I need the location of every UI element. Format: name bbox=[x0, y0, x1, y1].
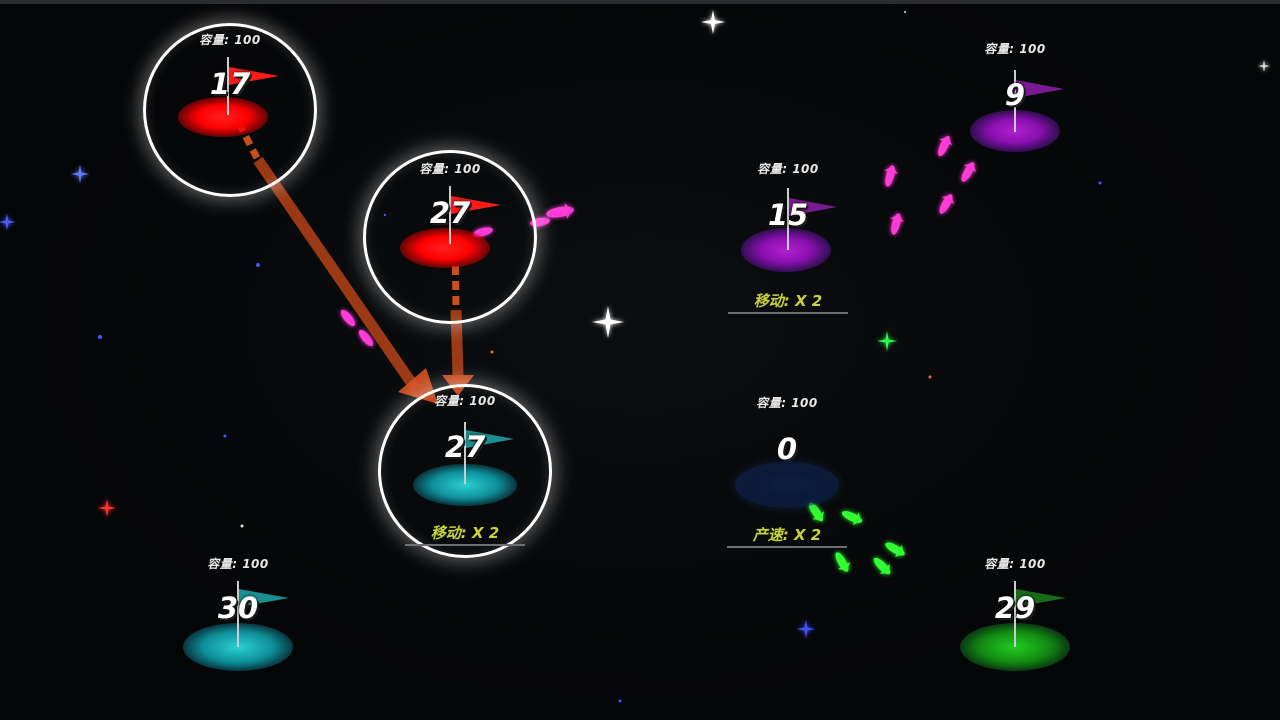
planet-purple-15[interactable]: 容量: 100 15 移动: X 2 bbox=[688, 150, 888, 350]
bonus-label: 移动: X 2 bbox=[430, 524, 500, 542]
capacity-label: 容量: 100 bbox=[984, 557, 1046, 571]
bonus-label: 产速: X 2 bbox=[752, 526, 822, 544]
unit-count: 29 bbox=[994, 591, 1036, 625]
star-sparkle bbox=[0, 214, 15, 230]
planet-base bbox=[178, 97, 268, 137]
unit-count: 15 bbox=[767, 198, 809, 232]
star-dot bbox=[928, 375, 932, 379]
planet-base bbox=[400, 228, 490, 268]
star-dot bbox=[256, 263, 260, 267]
star-sparkle bbox=[1258, 60, 1270, 72]
star-sparkle bbox=[701, 10, 725, 34]
bonus-label: 移动: X 2 bbox=[753, 292, 823, 310]
game-board[interactable]: 容量: 100 17 容量: 100 27 容量: 100 9 容量: 100 … bbox=[0, 0, 1280, 720]
planet-base bbox=[741, 228, 831, 272]
star-dot bbox=[98, 335, 102, 339]
star-dot bbox=[223, 434, 227, 438]
capacity-label: 容量: 100 bbox=[207, 557, 269, 571]
star-sparkle bbox=[592, 306, 624, 338]
bonus-underline bbox=[727, 546, 847, 548]
unit-count: 17 bbox=[209, 67, 251, 101]
unit-count: 27 bbox=[444, 430, 486, 464]
capacity-label: 容量: 100 bbox=[984, 42, 1046, 56]
star-sparkle bbox=[71, 165, 89, 183]
star-dot bbox=[903, 10, 907, 14]
unit-count: 9 bbox=[1004, 78, 1026, 112]
planet-purple-9[interactable]: 容量: 100 9 bbox=[915, 30, 1115, 230]
planet-green-29[interactable]: 容量: 100 29 bbox=[915, 545, 1115, 720]
star-dot bbox=[618, 699, 622, 703]
star-sparkle bbox=[98, 499, 116, 517]
bonus-underline bbox=[728, 312, 848, 314]
bonus-underline bbox=[405, 544, 525, 546]
planet-base bbox=[735, 462, 839, 508]
planet-red-17[interactable]: 容量: 100 17 bbox=[130, 15, 330, 215]
unit-ship bbox=[890, 213, 904, 235]
planet-neutral-0[interactable]: 容量: 100 0 产速: X 2 bbox=[687, 390, 887, 590]
capacity-label: 容量: 100 bbox=[434, 394, 496, 408]
capacity-label: 容量: 100 bbox=[199, 33, 261, 47]
unit-count: 30 bbox=[217, 591, 259, 625]
star-dot bbox=[490, 350, 494, 354]
unit-count: 27 bbox=[429, 196, 471, 230]
star-dot bbox=[240, 524, 244, 528]
capacity-label: 容量: 100 bbox=[756, 396, 818, 410]
planet-cyan-30[interactable]: 容量: 100 30 bbox=[138, 545, 338, 720]
star-sparkle bbox=[797, 620, 815, 638]
planet-red-27[interactable]: 容量: 100 27 bbox=[350, 140, 550, 340]
planet-cyan-27[interactable]: 容量: 100 27 移动: X 2 bbox=[365, 380, 565, 580]
capacity-label: 容量: 100 bbox=[757, 162, 819, 176]
unit-count: 0 bbox=[776, 432, 798, 466]
capacity-label: 容量: 100 bbox=[419, 162, 481, 176]
